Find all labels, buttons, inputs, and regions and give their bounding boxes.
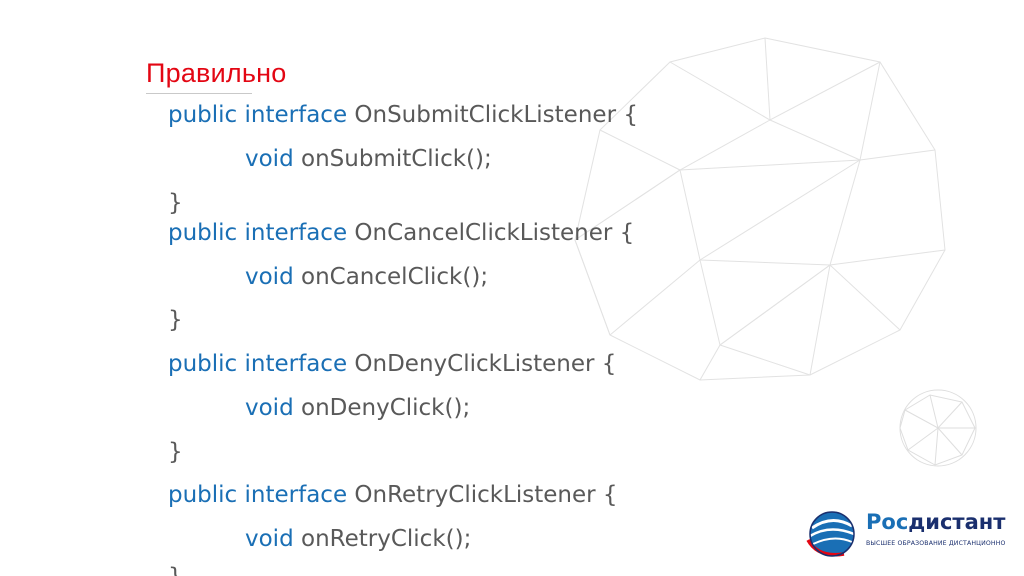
code-line: public interface OnDenyClickListener { <box>168 353 616 376</box>
code-line: public interface OnSubmitClickListener { <box>168 104 638 127</box>
slide-title: Правильно <box>146 58 287 88</box>
code-text: } <box>168 564 183 576</box>
code-line: void onRetryClick(); <box>245 528 471 551</box>
code-text: onCancelClick(); <box>293 264 489 290</box>
code-text: } <box>168 307 183 333</box>
code-keyword: void <box>245 526 294 552</box>
logo-tagline: ВЫСШЕЕ ОБРАЗОВАНИЕ ДИСТАНЦИОННО <box>866 540 1006 547</box>
code-line: void onCancelClick(); <box>245 266 488 289</box>
title-underline <box>146 93 252 94</box>
code-keyword: public interface <box>168 482 348 508</box>
code-line: } <box>168 192 183 215</box>
code-line: void onSubmitClick(); <box>245 148 492 171</box>
code-line: public interface OnRetryClickListener { <box>168 484 618 507</box>
code-text: onSubmitClick(); <box>293 146 492 172</box>
code-line: } <box>168 309 183 332</box>
code-text: OnSubmitClickListener { <box>347 102 638 128</box>
code-keyword: void <box>245 395 294 421</box>
code-keyword: void <box>245 264 294 290</box>
code-text: onDenyClick(); <box>293 395 471 421</box>
code-line: } <box>168 441 183 464</box>
code-text: } <box>168 439 183 465</box>
code-keyword: public interface <box>168 102 348 128</box>
code-keyword: void <box>245 146 294 172</box>
globe-icon <box>806 511 855 557</box>
code-text: onRetryClick(); <box>293 526 472 552</box>
code-line: public interface OnCancelClickListener { <box>168 222 634 245</box>
code-text: OnCancelClickListener { <box>347 220 635 246</box>
code-text: OnRetryClickListener { <box>347 482 618 508</box>
code-line: void onDenyClick(); <box>245 397 470 420</box>
rosdistant-logo: Росдистант ВЫСШЕЕ ОБРАЗОВАНИЕ ДИСТАНЦИОН… <box>804 506 1006 562</box>
code-keyword: public interface <box>168 220 348 246</box>
slide: Правильно public interface OnSubmitClick… <box>0 0 1024 576</box>
logo-name: Росдистант <box>866 510 1006 534</box>
code-text: OnDenyClickListener { <box>347 351 617 377</box>
code-keyword: public interface <box>168 351 348 377</box>
code-text: } <box>168 190 183 216</box>
code-line: } <box>168 566 183 576</box>
